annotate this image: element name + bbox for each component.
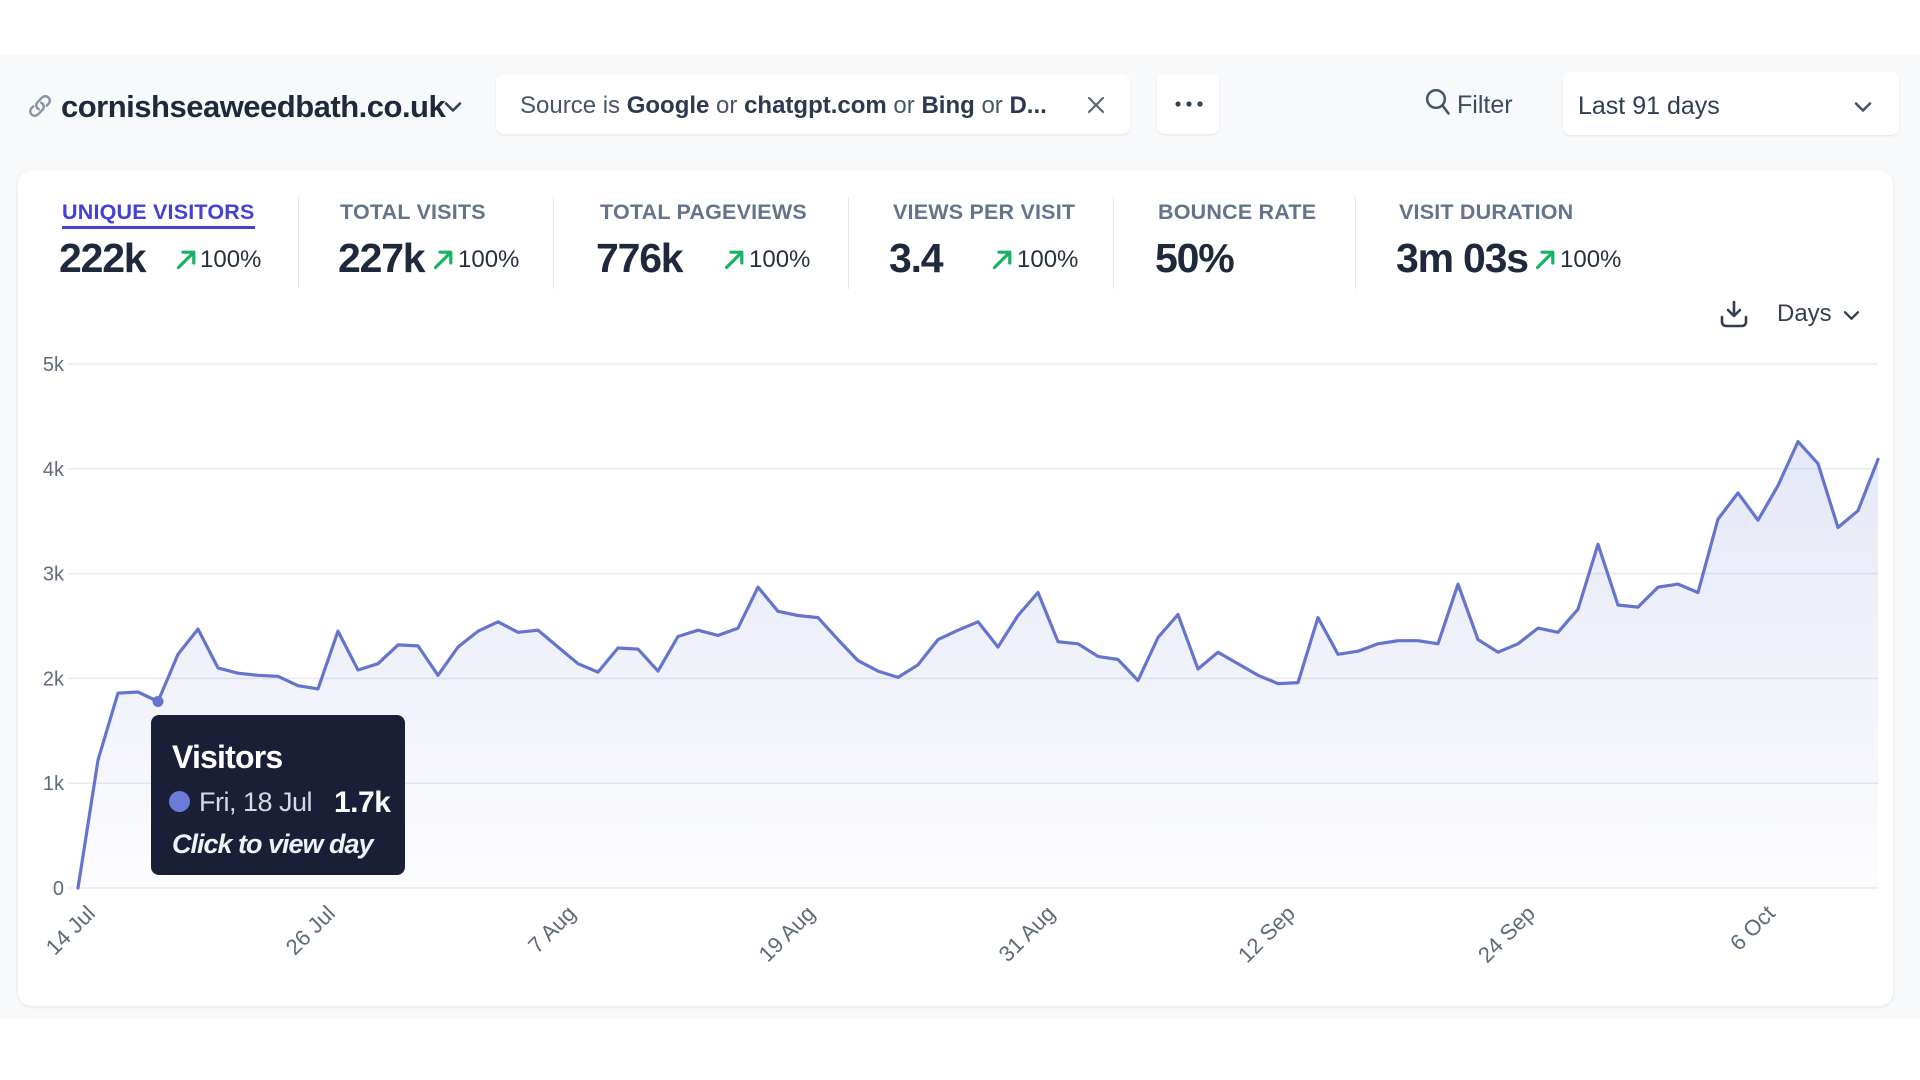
- svg-text:1k: 1k: [43, 773, 65, 795]
- svg-text:4k: 4k: [43, 459, 65, 481]
- svg-text:3k: 3k: [43, 564, 65, 586]
- svg-text:0: 0: [53, 878, 64, 900]
- svg-text:5k: 5k: [43, 354, 65, 376]
- svg-text:2k: 2k: [43, 668, 65, 690]
